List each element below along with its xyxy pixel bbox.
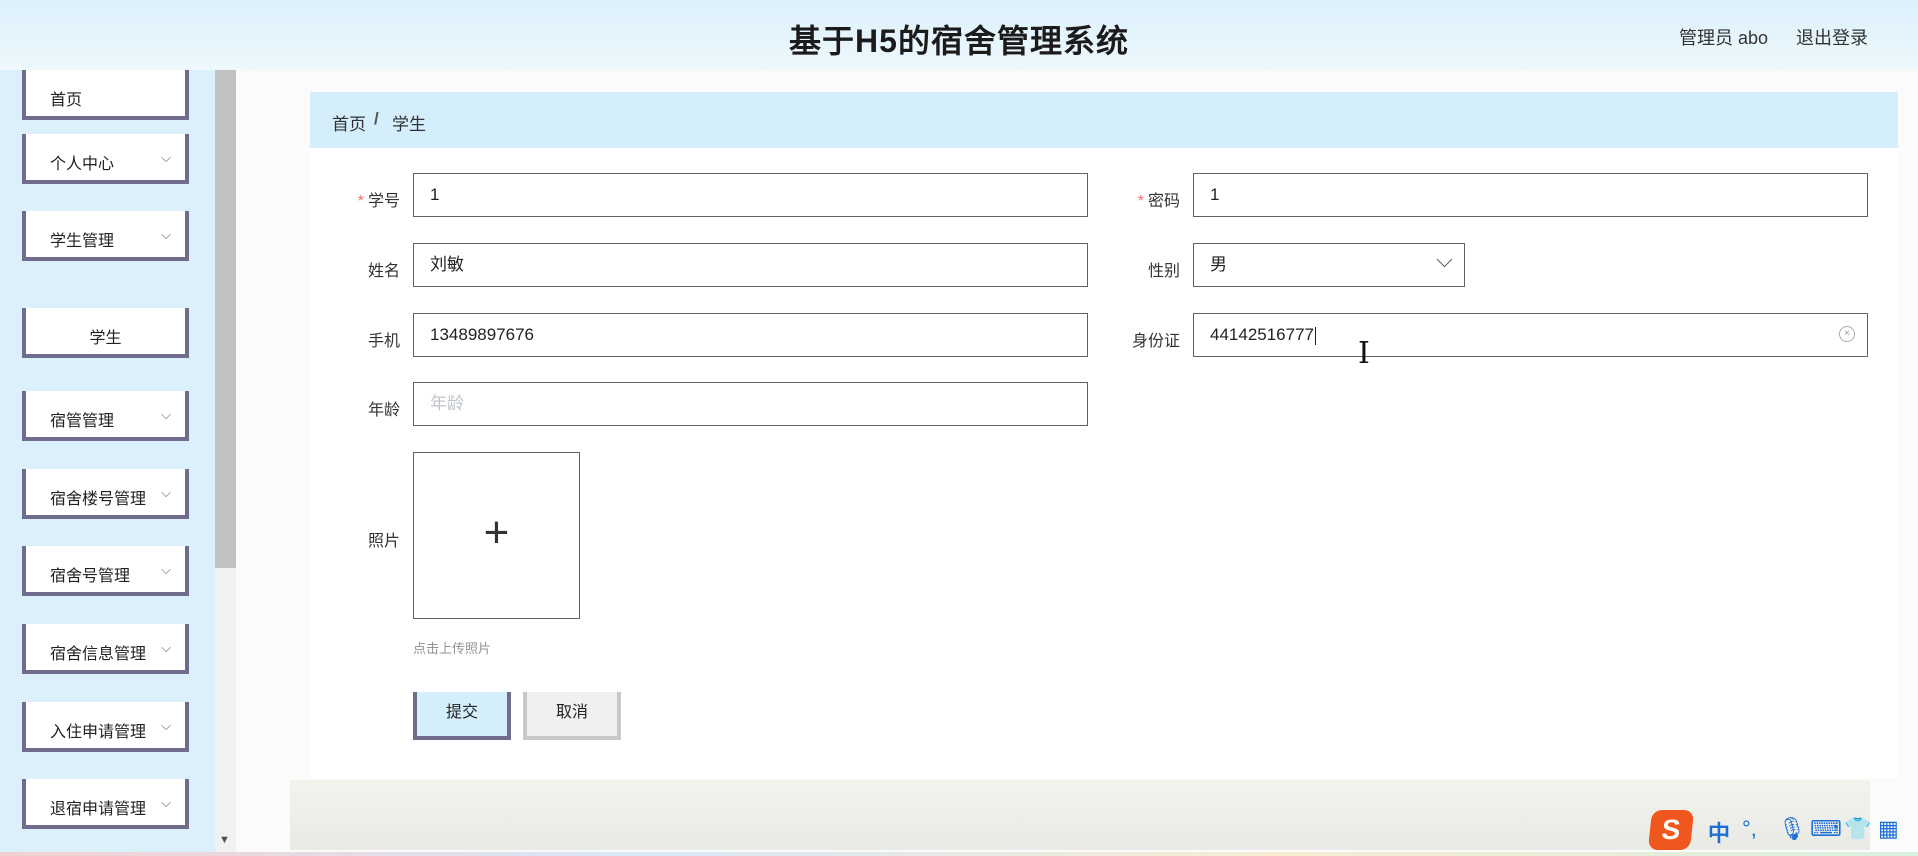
sidebar-item-building-management[interactable]: 宿舍楼号管理 ⌵ — [22, 469, 189, 519]
chevron-down-icon: ⌵ — [161, 562, 171, 577]
taskbar-strip — [0, 852, 1918, 856]
sogou-logo-icon[interactable]: S — [1647, 810, 1695, 850]
background-decoration — [290, 780, 1870, 850]
photo-label: 照片 — [367, 533, 400, 550]
sidebar-scrollbar-thumb[interactable] — [215, 70, 236, 568]
id-card-input[interactable]: 44142516777 × — [1193, 313, 1868, 357]
chevron-down-icon: ⌵ — [161, 150, 171, 165]
skin-shirt-icon[interactable]: 👕 — [1844, 816, 1871, 842]
required-mark: * — [1137, 193, 1144, 210]
text-cursor-icon: I — [1358, 336, 1370, 371]
sidebar-item-label: 宿舍信息管理 — [50, 646, 147, 663]
sidebar-item-checkin-application[interactable]: 入住申请管理 ⌵ — [22, 702, 189, 752]
sidebar-item-label: 宿舍号管理 — [50, 568, 131, 585]
sidebar-item-label: 入住申请管理 — [50, 724, 147, 741]
toolbox-grid-icon[interactable]: ▦ — [1878, 816, 1899, 842]
ime-mode-toggle[interactable]: 中 — [1708, 816, 1730, 848]
sidebar-item-label: 学生管理 — [50, 233, 115, 250]
phone-label: 手机 — [367, 333, 400, 350]
logout-link[interactable]: 退出登录 — [1796, 24, 1868, 50]
text-caret — [1315, 326, 1317, 345]
sidebar-item-student-management[interactable]: 学生管理 ⌵ — [22, 211, 189, 261]
breadcrumb-separator: / — [374, 109, 379, 128]
sidebar-item-personal-center[interactable]: 个人中心 ⌵ — [22, 134, 189, 184]
scroll-down-arrow-icon[interactable]: ▼ — [219, 834, 230, 846]
sidebar-item-label: 宿舍楼号管理 — [50, 491, 147, 508]
sidebar-item-label: 宿管管理 — [50, 413, 115, 430]
sidebar-item-label: 退宿申请管理 — [50, 801, 147, 818]
chevron-down-icon: ⌵ — [161, 407, 171, 422]
sidebar-item-room-management[interactable]: 宿舍号管理 ⌵ — [22, 546, 189, 596]
sidebar-subitem-student[interactable]: 学生 — [22, 308, 189, 358]
password-label: * 密码 — [1137, 193, 1180, 210]
id-card-label: 身份证 — [1131, 333, 1180, 350]
gender-label: 性别 — [1147, 263, 1180, 280]
gender-select[interactable]: 男 — [1193, 243, 1465, 287]
cancel-button[interactable]: 取消 — [523, 692, 621, 740]
plus-icon: + — [483, 508, 510, 557]
upload-tip: 点击上传照片 — [413, 641, 492, 656]
sidebar-item-dorm-admin-management[interactable]: 宿管管理 ⌵ — [22, 391, 189, 441]
password-input[interactable]: 1 — [1193, 173, 1868, 217]
sidebar-item-dorm-info-management[interactable]: 宿舍信息管理 ⌵ — [22, 624, 189, 674]
ime-punctuation-toggle[interactable]: °, — [1742, 816, 1757, 842]
chevron-down-icon: ⌵ — [161, 485, 171, 500]
header: 基于H5的宿舍管理系统 管理员 abo 退出登录 — [0, 0, 1918, 70]
chevron-down-icon: ⌵ — [161, 718, 171, 733]
name-label: 姓名 — [367, 263, 400, 280]
current-user: 管理员 abo — [1678, 28, 1768, 48]
sidebar-item-home[interactable]: 首页 — [22, 70, 189, 120]
sidebar-item-label: 学生 — [89, 330, 122, 347]
student-no-input[interactable]: 1 — [413, 173, 1088, 217]
chevron-down-icon: ⌵ — [161, 227, 171, 242]
required-mark: * — [357, 193, 364, 210]
sidebar-item-label: 首页 — [50, 92, 83, 109]
sidebar-item-label: 个人中心 — [50, 156, 115, 173]
chevron-down-icon: ⌵ — [161, 640, 171, 655]
microphone-icon[interactable]: 🎙 — [1778, 816, 1806, 842]
submit-button[interactable]: 提交 — [413, 692, 511, 740]
ime-toolbar: S 中 °, 🎙 ⌨ 👕 ▦ — [1647, 808, 1918, 852]
age-label: 年龄 — [367, 402, 400, 419]
phone-input[interactable]: 13489897676 — [413, 313, 1088, 357]
sidebar-item-checkout-application[interactable]: 退宿申请管理 ⌵ — [22, 779, 189, 829]
chevron-down-icon: ⌵ — [161, 795, 171, 810]
name-input[interactable]: 刘敏 — [413, 243, 1088, 287]
sidebar: 首页 个人中心 ⌵ 学生管理 ⌵ 学生 宿管管理 ⌵ 宿舍楼号管理 ⌵ 宿舍号管… — [0, 70, 215, 856]
student-no-label: * 学号 — [357, 193, 400, 210]
chevron-down-icon — [1436, 251, 1453, 268]
clear-icon[interactable]: × — [1839, 326, 1855, 342]
photo-upload[interactable]: + — [413, 452, 580, 619]
breadcrumb-home[interactable]: 首页 — [332, 110, 366, 135]
breadcrumb-current: 学生 — [392, 115, 426, 134]
age-input[interactable]: 年龄 — [413, 382, 1088, 426]
keyboard-icon[interactable]: ⌨ — [1810, 816, 1842, 842]
app-title: 基于H5的宿舍管理系统 — [789, 23, 1129, 59]
breadcrumb: 首页 / 学生 — [310, 92, 1898, 148]
